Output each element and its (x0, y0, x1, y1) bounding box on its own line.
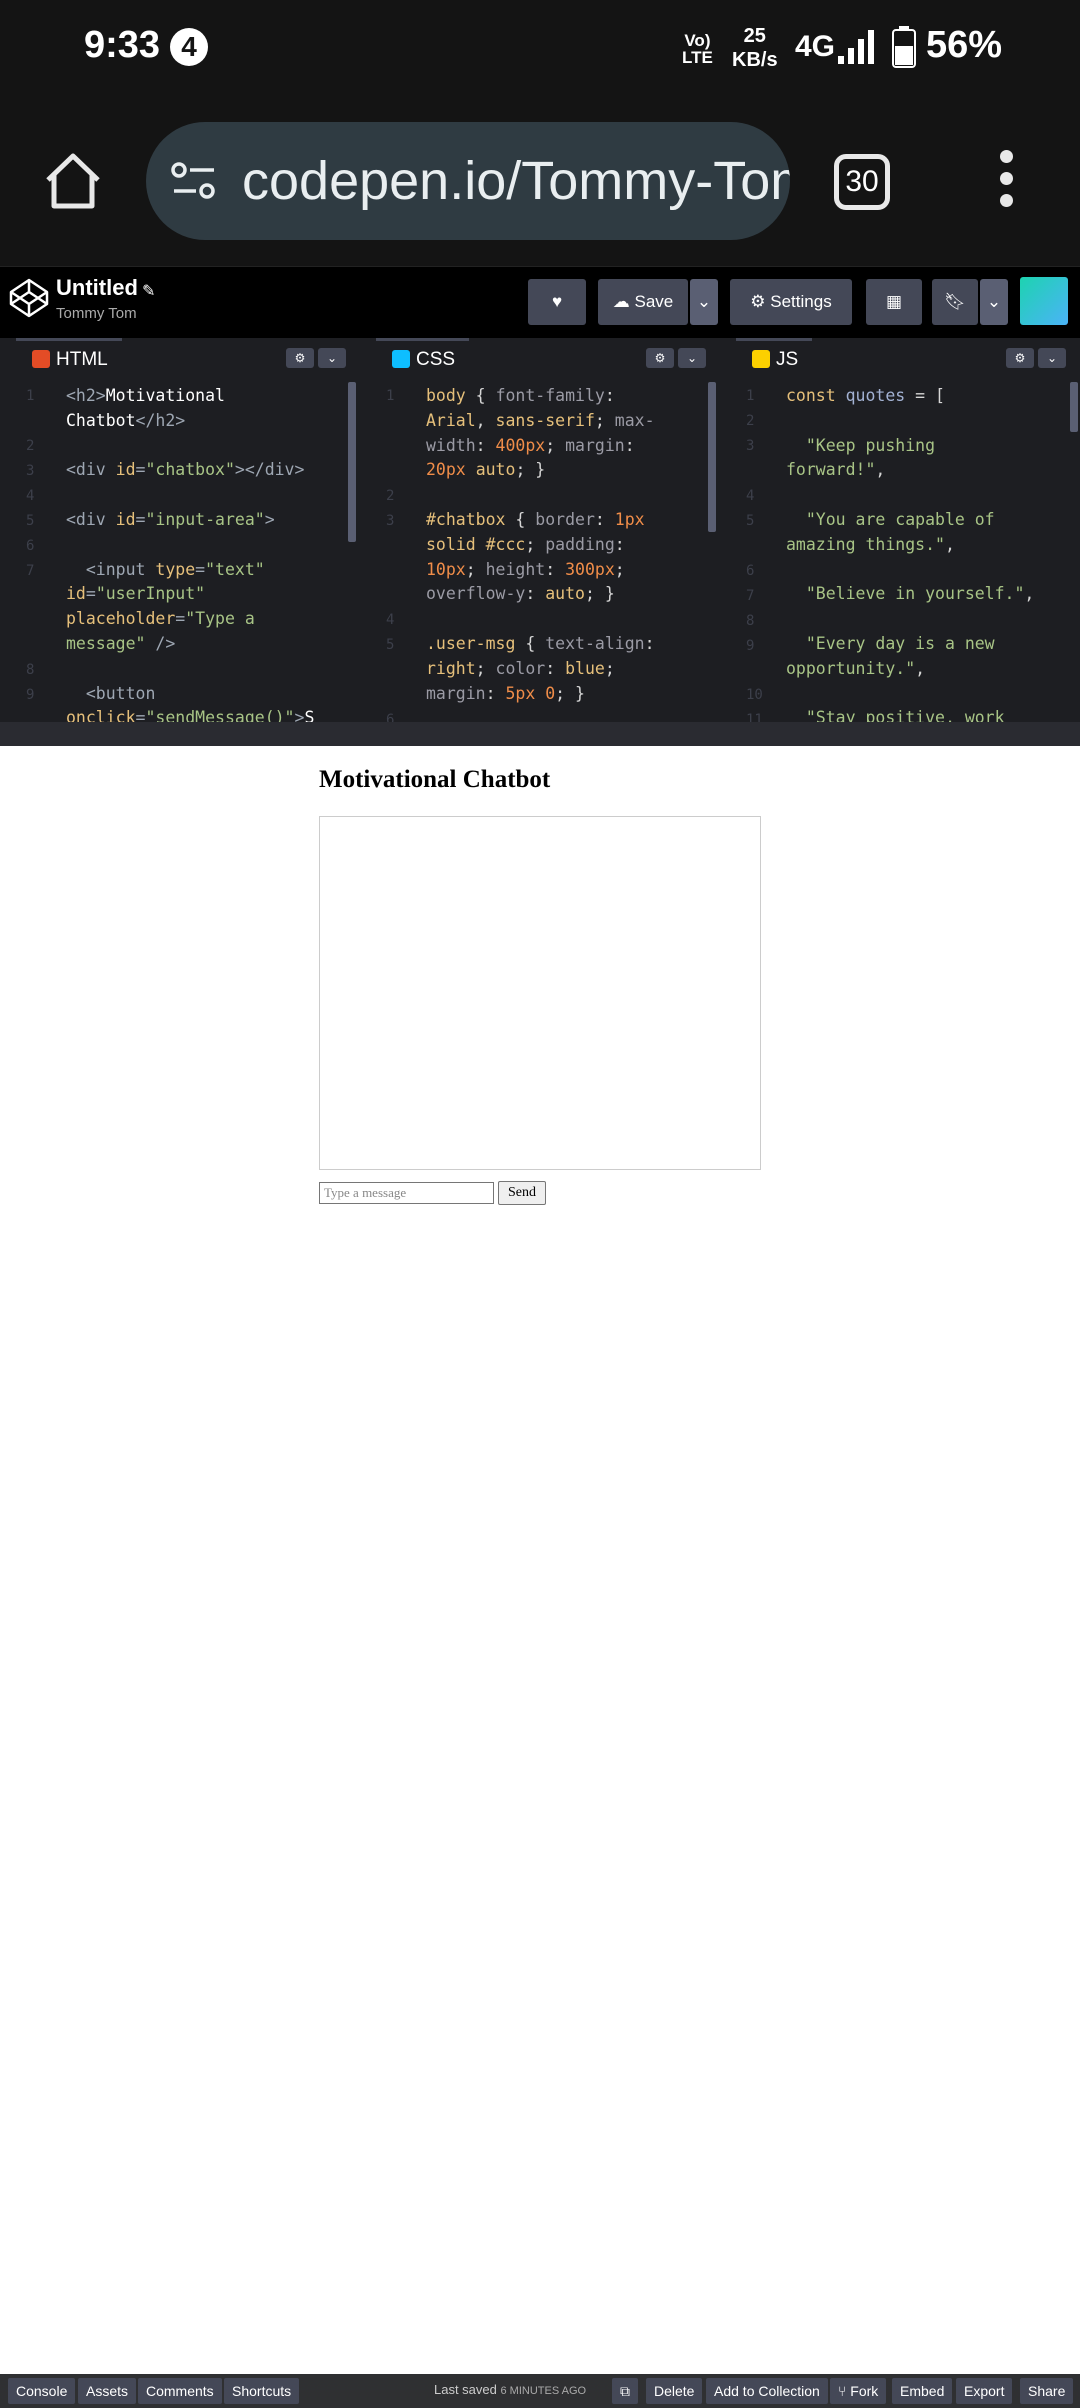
layout-icon: ▦ (885, 292, 903, 311)
code-line[interactable]: <h2>Motivational Chatbot</h2> <div id="c… (66, 384, 314, 722)
home-icon[interactable] (42, 150, 104, 212)
status-bar: 9:33 4 Vo) LTE 25 KB/s 4G 56% (0, 0, 1080, 100)
codepen-logo-icon[interactable] (8, 277, 50, 319)
js-editor-collapse-button[interactable]: ⌄ (1038, 348, 1066, 368)
open-external-button[interactable]: ⧉ (612, 2378, 638, 2404)
html-editor-scrollbar[interactable] (348, 382, 356, 542)
embed-button[interactable]: Embed (892, 2378, 953, 2404)
js-editor[interactable]: JS ⚙ ⌄ const quotes = [ "Keep pushing fo… (736, 338, 1080, 722)
heart-icon: ♥ (551, 292, 563, 311)
signal-icon (838, 30, 874, 64)
save-button[interactable]: ☁ Save (598, 279, 688, 325)
tab-html[interactable]: HTML (16, 338, 122, 380)
editor-resize-handle[interactable] (0, 722, 1080, 746)
like-button[interactable]: ♥ (528, 279, 586, 325)
preview-heading: Motivational Chatbot (319, 766, 551, 793)
js-editor-scrollbar[interactable] (1070, 382, 1078, 432)
settings-button[interactable]: ⚙ Settings (730, 279, 852, 325)
add-to-collection-button[interactable]: Add to Collection (706, 2378, 828, 2404)
chevron-down-icon: ⌄ (986, 292, 1002, 311)
js-badge-icon (752, 350, 770, 368)
url-bar[interactable]: codepen.io/Tommy-Tom (146, 122, 790, 240)
browser-toolbar: codepen.io/Tommy-Tom 30 (0, 100, 1080, 266)
css-editor[interactable]: CSS ⚙ ⌄ body { font-family: Arial, sans-… (376, 338, 720, 722)
assets-button[interactable]: Assets (78, 2378, 137, 2404)
gear-icon: ⚙ (750, 292, 766, 311)
last-saved-status: Last saved 6 MINUTES AGO (434, 2382, 587, 2397)
chatbox (319, 816, 761, 1170)
edit-title-icon[interactable]: ✎ (142, 281, 155, 301)
result-preview: Motivational Chatbot Type a message Send (0, 746, 1080, 2374)
avatar[interactable] (1020, 277, 1068, 325)
bookmark-icon: 🔖︎ (944, 292, 966, 311)
message-input[interactable]: Type a message (319, 1182, 494, 1204)
layout-button[interactable]: ▦ (866, 279, 922, 325)
code-line[interactable]: const quotes = [ "Keep pushing forward!"… (786, 384, 1034, 722)
tab-switcher-button[interactable]: 30 (834, 154, 890, 210)
delete-button[interactable]: Delete (646, 2378, 703, 2404)
battery-percent: 56% (926, 24, 1003, 66)
css-editor-collapse-button[interactable]: ⌄ (678, 348, 706, 368)
external-link-icon: ⧉ (620, 2383, 630, 2399)
console-button[interactable]: Console (8, 2378, 76, 2404)
js-code[interactable]: const quotes = [ "Keep pushing forward!"… (736, 382, 1080, 722)
code-line[interactable]: body { font-family: Arial, sans-serif; m… (426, 384, 655, 706)
js-editor-settings-button[interactable]: ⚙ (1006, 348, 1034, 368)
fork-button[interactable]: ⑂ Fork (830, 2378, 887, 2404)
pen-author[interactable]: Tommy Tom (56, 305, 137, 322)
network-speed: 25 KB/s (732, 25, 778, 71)
cloud-icon: ☁ (612, 292, 630, 311)
html-badge-icon (32, 350, 50, 368)
site-settings-icon[interactable] (170, 160, 218, 202)
save-dropdown-button[interactable]: ⌄ (690, 279, 718, 325)
html-editor-collapse-button[interactable]: ⌄ (318, 348, 346, 368)
css-editor-settings-button[interactable]: ⚙ (646, 348, 674, 368)
comments-button[interactable]: Comments (138, 2378, 222, 2404)
notification-count-badge: 4 (170, 28, 208, 66)
status-time: 9:33 (84, 24, 161, 66)
tab-js[interactable]: JS (736, 338, 813, 380)
css-badge-icon (392, 350, 410, 368)
html-editor-settings-button[interactable]: ⚙ (286, 348, 314, 368)
bookmark-button[interactable]: 🔖︎ (932, 279, 978, 325)
fork-icon: ⑂ (838, 2383, 847, 2399)
pen-title[interactable]: Untitled (56, 275, 138, 301)
battery-icon (892, 26, 916, 68)
url-text[interactable]: codepen.io/Tommy-Tom (242, 150, 790, 212)
html-editor[interactable]: HTML ⚙ ⌄ <h2>Motivational Chatbot</h2> <… (16, 338, 360, 722)
chevron-down-icon: ⌄ (696, 292, 712, 311)
codepen-header: Untitled ✎ Tommy Tom ♥ ☁ Save ⌄ ⚙ Settin… (0, 266, 1080, 338)
export-button[interactable]: Export (956, 2378, 1013, 2404)
bookmark-dropdown-button[interactable]: ⌄ (980, 279, 1008, 325)
browser-menu-icon[interactable] (996, 150, 1016, 210)
editor-panes: HTML ⚙ ⌄ <h2>Motivational Chatbot</h2> <… (0, 338, 1080, 722)
send-button[interactable]: Send (498, 1181, 546, 1205)
share-button[interactable]: Share (1020, 2378, 1074, 2404)
html-code[interactable]: <h2>Motivational Chatbot</h2> <div id="c… (16, 382, 360, 722)
network-type: 4G (795, 30, 836, 63)
tab-css[interactable]: CSS (376, 338, 470, 380)
shortcuts-button[interactable]: Shortcuts (224, 2378, 300, 2404)
css-editor-scrollbar[interactable] (708, 382, 716, 532)
css-code[interactable]: body { font-family: Arial, sans-serif; m… (376, 382, 720, 722)
codepen-footer: Console Assets Comments Shortcuts Last s… (0, 2374, 1080, 2408)
volte-indicator: Vo) LTE (682, 31, 713, 67)
